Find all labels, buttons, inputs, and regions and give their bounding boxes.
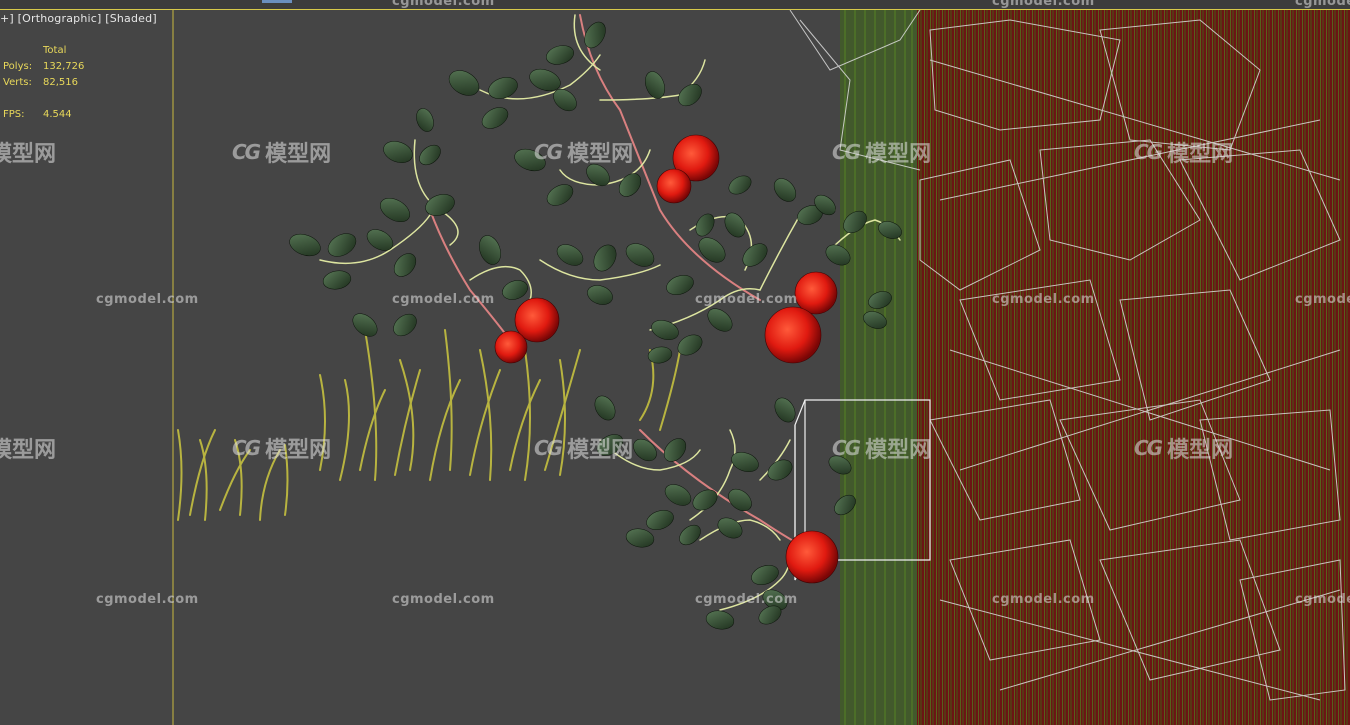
polys-value: 132,726 (43, 61, 85, 72)
stats-header: Total (43, 45, 67, 56)
verts-label: Verts: (3, 77, 32, 88)
viewport-menu-plus[interactable]: + (0, 12, 9, 25)
verts-value: 82,516 (43, 77, 78, 88)
grass-clump (177, 329, 681, 521)
active-tab-highlight (262, 0, 292, 3)
statistics-overlay: Total Polys: 132,726 Verts: 82,516 FPS: 4.5… (3, 43, 103, 123)
polys-label: Polys: (3, 61, 33, 72)
fps-label: FPS: (3, 109, 25, 120)
hedge-wireframe (789, 9, 1350, 725)
viewport-top-strip (0, 0, 1350, 10)
viewport-label[interactable]: +] [Orthographic] [Shaded] (0, 12, 157, 25)
viewport-shading-label[interactable]: Shaded (110, 12, 153, 25)
fps-value: 4.544 (43, 109, 72, 120)
viewport-view-label[interactable]: Orthographic (22, 12, 97, 25)
viewport-perspective[interactable]: +] [Orthographic] [Shaded] Total Polys: 1… (0, 0, 1350, 725)
viewport-scene[interactable] (0, 0, 1350, 725)
